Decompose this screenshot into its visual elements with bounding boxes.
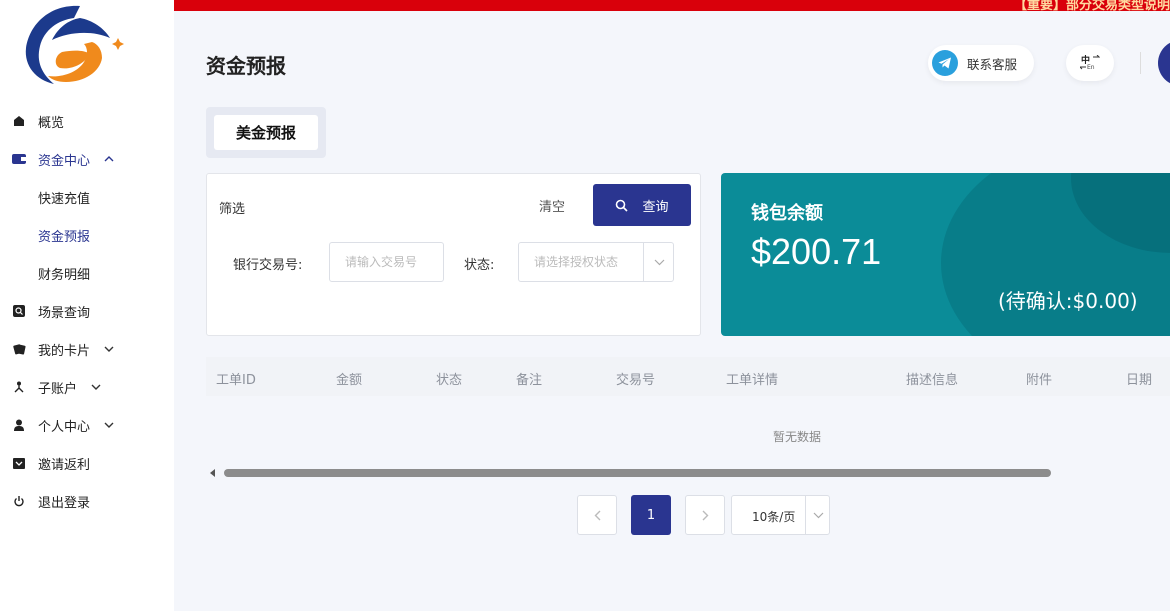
- scrollbar-thumb[interactable]: [224, 469, 1051, 477]
- power-icon: [12, 494, 26, 508]
- chevron-down-icon: [805, 496, 830, 534]
- contact-support-label: 联系客服: [967, 56, 1018, 72]
- sidebar-item-label: 个人中心: [38, 419, 91, 435]
- prev-page-button[interactable]: [577, 495, 617, 535]
- empty-state-text: 暂无数据: [773, 430, 822, 444]
- page-size-select[interactable]: 10条/页: [731, 495, 830, 535]
- sidebar-item-invite-rebate[interactable]: 邀请返利: [0, 444, 174, 482]
- sidebar-item-personal-center[interactable]: 个人中心: [0, 406, 174, 444]
- sidebar-item-label: 资金中心: [38, 153, 91, 169]
- column-header: 金额: [336, 373, 363, 388]
- sidebar-item-label: 概览: [38, 115, 65, 131]
- bank-tx-label: 银行交易号:: [233, 258, 303, 273]
- tab-usd-forecast[interactable]: 美金预报: [214, 115, 318, 150]
- filter-panel: 筛选 清空 查询 银行交易号: 状态:: [206, 173, 701, 336]
- sidebar-item-label: 场景查询: [38, 305, 91, 321]
- user-icon: [12, 418, 26, 432]
- horizontal-scrollbar[interactable]: [206, 464, 1170, 482]
- sidebar: 概览 资金中心 快速充值 资金预报 财务明细 场景查询 我的卡片 子账户 个人中…: [0, 0, 174, 611]
- column-header: 状态: [436, 373, 463, 388]
- column-header: 附件: [1026, 373, 1053, 388]
- sidebar-item-label: 财务明细: [38, 267, 91, 283]
- avatar[interactable]: [1158, 40, 1170, 86]
- filter-label: 筛选: [219, 202, 246, 217]
- chevron-up-icon: [104, 156, 114, 162]
- table-header: 工单ID 金额 状态 备注 交易号 工单详情 描述信息 附件 日期: [206, 357, 1170, 396]
- sidebar-item-quick-recharge[interactable]: 快速充值: [0, 178, 174, 216]
- sidebar-item-logout[interactable]: 退出登录: [0, 482, 174, 520]
- wallet-icon: [12, 152, 26, 166]
- announcement-banner[interactable]: 【重要】部分交易类型说明: [174, 0, 1170, 11]
- language-switch-button[interactable]: 中 En: [1066, 45, 1114, 81]
- chevron-right-icon: [702, 510, 708, 520]
- sidebar-nav: 概览 资金中心 快速充值 资金预报 财务明细 场景查询 我的卡片 子账户 个人中…: [0, 102, 174, 520]
- sidebar-item-scene-query[interactable]: 场景查询: [0, 292, 174, 330]
- sidebar-item-label: 邀请返利: [38, 457, 91, 473]
- gift-icon: [12, 456, 26, 470]
- chevron-down-icon[interactable]: [643, 243, 674, 281]
- tab-bar: 美金预报: [206, 107, 326, 158]
- home-icon: [12, 114, 26, 128]
- sub-account-icon: [12, 380, 26, 394]
- header-divider: [1140, 52, 1141, 74]
- search-icon: [615, 199, 629, 212]
- sidebar-item-label: 资金预报: [38, 229, 91, 245]
- query-button-label: 查询: [642, 199, 669, 215]
- banner-text: 【重要】部分交易类型说明: [1013, 0, 1170, 11]
- bank-tx-input[interactable]: [329, 242, 444, 282]
- sidebar-item-sub-accounts[interactable]: 子账户: [0, 368, 174, 406]
- sidebar-item-label: 我的卡片: [38, 343, 91, 359]
- column-header: 工单ID: [216, 373, 256, 388]
- sidebar-item-label: 快速充值: [38, 191, 91, 207]
- telegram-icon: [932, 50, 958, 76]
- swap-arrow-icon: [1093, 55, 1100, 58]
- column-header: 工单详情: [726, 373, 779, 388]
- contact-support-button[interactable]: 联系客服: [928, 45, 1034, 81]
- status-label: 状态:: [464, 258, 495, 273]
- sidebar-item-funds-center[interactable]: 资金中心: [0, 140, 174, 178]
- scroll-left-icon[interactable]: [210, 469, 215, 477]
- query-button[interactable]: 查询: [593, 184, 691, 226]
- wallet-title: 钱包余额: [751, 203, 823, 224]
- lang-en-label: En: [1087, 64, 1095, 71]
- column-header: 备注: [516, 373, 543, 388]
- sidebar-item-overview[interactable]: 概览: [0, 102, 174, 140]
- next-page-button[interactable]: [685, 495, 725, 535]
- chevron-left-icon: [594, 510, 600, 520]
- search-box-icon: [12, 304, 26, 318]
- page-size-label: 10条/页: [752, 510, 796, 524]
- column-header: 描述信息: [906, 373, 959, 388]
- sidebar-item-label: 子账户: [38, 381, 78, 397]
- wallet-pending-amount: (待确认:$0.00): [998, 289, 1138, 313]
- chevron-down-icon: [104, 346, 114, 352]
- sidebar-item-funds-forecast[interactable]: 资金预报: [0, 216, 174, 254]
- wallet-amount: $200.71: [751, 231, 882, 272]
- cards-icon: [12, 342, 26, 356]
- sidebar-item-my-cards[interactable]: 我的卡片: [0, 330, 174, 368]
- brand-logo: [25, 5, 124, 84]
- clear-button[interactable]: 清空: [539, 196, 565, 215]
- column-header: 交易号: [616, 373, 656, 388]
- page-number-current[interactable]: 1: [631, 495, 671, 535]
- sidebar-item-label: 退出登录: [38, 495, 91, 511]
- page-title: 资金预报: [206, 54, 286, 78]
- chevron-down-icon: [91, 384, 101, 390]
- column-header: 日期: [1126, 373, 1153, 388]
- wallet-balance-card: 钱包余额 $200.71 (待确认:$0.00): [721, 173, 1170, 336]
- sidebar-item-financial-details[interactable]: 财务明细: [0, 254, 174, 292]
- chevron-down-icon: [104, 422, 114, 428]
- swap-arrow-icon: [1080, 66, 1086, 70]
